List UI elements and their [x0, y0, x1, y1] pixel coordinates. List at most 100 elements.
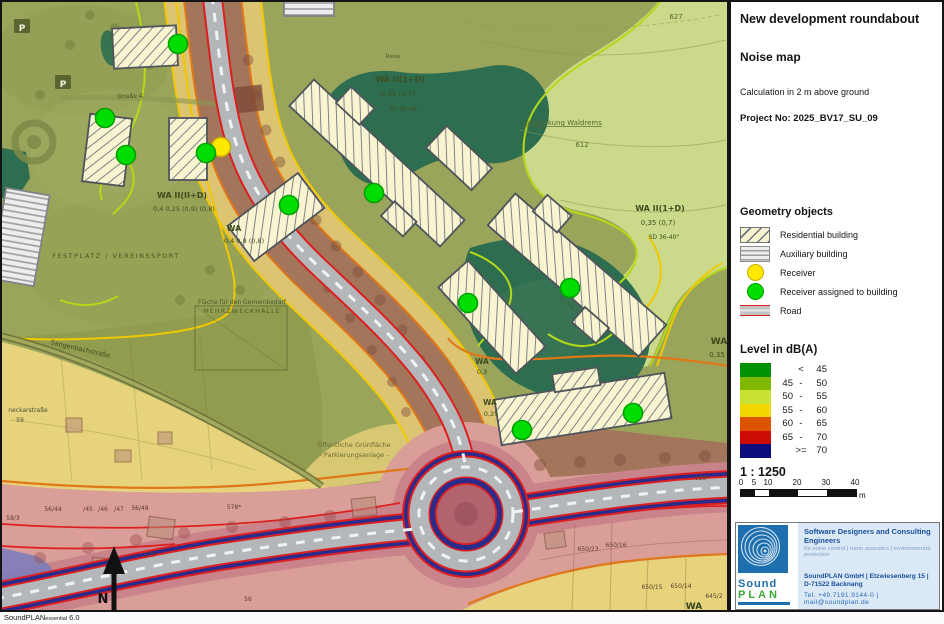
map-label: Reise [386, 54, 402, 60]
db-color-swatch [740, 377, 771, 391]
map-label: FESTPLATZ / VEREINSSPORT [52, 252, 180, 260]
receiver-assigned-marker[interactable] [459, 294, 478, 313]
receiver-assigned-marker[interactable] [513, 421, 532, 440]
db-level-row: 60-65 [740, 417, 936, 431]
map-label: WA II(1+D) [635, 204, 685, 213]
map-label: Straße 4 [117, 93, 143, 101]
level-legend-heading: Level in dB(A) [740, 344, 936, 356]
legend-item-receiver: Receiver [740, 263, 936, 282]
geometry-objects-heading: Geometry objects [740, 206, 936, 218]
scale-ratio: 1 : 1250 [740, 465, 936, 479]
app-name: SoundPLAN [4, 613, 45, 622]
map-label: 618* [695, 475, 709, 482]
app-edition: essential [45, 616, 67, 622]
legend-panel: New development roundabout Noise map Cal… [729, 0, 944, 612]
db-color-swatch [740, 363, 771, 377]
map-label: SD 36-40° [389, 106, 420, 113]
legend-item-residential: Residential building [740, 225, 936, 244]
company-fields: for noise control | room acoustics | env… [804, 546, 935, 558]
map-label: 650/16 [605, 542, 626, 549]
map-label: 0,3 [477, 368, 487, 376]
map-label: WA [686, 602, 703, 610]
map-label: N [98, 592, 109, 607]
residential-building [112, 25, 178, 68]
receiver-swatch [747, 264, 764, 281]
receiver-assigned-marker[interactable] [96, 109, 115, 128]
map-label: 0,35 [709, 351, 725, 359]
company-info: Software Designers and Consulting Engine… [798, 523, 939, 609]
map-label: 650/15 [641, 584, 662, 591]
map-label: 577 [144, 552, 156, 559]
map-label: SD 36-40° [649, 234, 680, 241]
db-level-row: >=70 [740, 444, 936, 458]
db-level-row: 55-60 [740, 404, 936, 418]
scale-tick: 10 [764, 478, 773, 487]
db-color-swatch [740, 390, 771, 404]
db-level-row: 45-50 [740, 377, 936, 391]
legend-item-auxiliary: Auxiliary building [740, 244, 936, 263]
receiver-assigned-marker[interactable] [169, 35, 188, 54]
db-level-row: <45 [740, 363, 936, 377]
map-label: 0,4 0,8 (0,8) [224, 237, 264, 245]
receiver-assigned-marker[interactable] [117, 146, 136, 165]
map-label: 578* [227, 504, 241, 511]
legend-label: Receiver assigned to building [780, 287, 898, 297]
map-label: WA [711, 337, 727, 347]
scale-tick: 0 [739, 478, 743, 487]
app-version: 6.0 [69, 613, 79, 622]
brand-underline [738, 602, 790, 605]
receiver-assigned-marker[interactable] [365, 184, 384, 203]
soundplan-logo: Sound PLAN [736, 523, 798, 609]
receiver-assigned-marker[interactable] [561, 279, 580, 298]
map-label: 650/23 [577, 546, 598, 553]
legend-item-receiver-assigned: Receiver assigned to building [740, 282, 936, 301]
db-color-swatch [740, 431, 771, 445]
legend-label: Receiver [780, 268, 816, 278]
map-label: P [60, 80, 67, 90]
map-label: 0,4 0,25 (0,9) (0,8) [153, 205, 215, 213]
residential-swatch [740, 227, 770, 243]
receiver-assigned-marker[interactable] [197, 144, 216, 163]
map-label: 0,25 [484, 410, 498, 418]
db-level-row: 50-55 [740, 390, 936, 404]
road-swatch [740, 305, 770, 316]
auxiliary-swatch [740, 246, 770, 262]
page-title: New development roundabout [740, 12, 936, 26]
level-legend: <4545-5050-5555-6060-6565-70>=70 [740, 363, 936, 458]
scale-tick: 40 [851, 478, 860, 487]
map-label: neckarstraße [8, 407, 48, 414]
map-label: 56 [244, 596, 252, 603]
receiver-assigned-marker[interactable] [624, 404, 643, 423]
map-label: 612 [575, 141, 588, 149]
scale-tick: 30 [822, 478, 831, 487]
scale-unit: m [859, 491, 866, 500]
receiver-assigned-marker[interactable] [280, 196, 299, 215]
map-label: Gemarkung Waldrems [524, 119, 602, 127]
geometry-legend: Residential building Auxiliary building … [740, 225, 936, 320]
map-label: WA [227, 224, 242, 233]
db-color-swatch [740, 444, 771, 458]
map-label: 0,35 (0,7) [641, 219, 676, 227]
map-label: /47 [114, 506, 124, 513]
company-address: SoundPLAN GmbH | Etzwiesenberg 15 | D-71… [804, 573, 935, 589]
company-tagline: Software Designers and Consulting Engine… [804, 528, 935, 545]
scale-tick: 20 [793, 478, 802, 487]
map-label: 56/44 [44, 506, 61, 513]
noise-map-canvas[interactable]: PPStraße 4WA II(II+D)0,4 0,25 (0,9) (0,8… [2, 2, 727, 610]
map-frame: PPStraße 4WA II(II+D)0,4 0,25 (0,9) (0,8… [0, 0, 729, 612]
map-label: 650/14 [670, 583, 691, 590]
db-color-swatch [740, 417, 771, 431]
map-label: WA [475, 357, 489, 366]
soundplan-window: PPStraße 4WA II(II+D)0,4 0,25 (0,9) (0,8… [0, 0, 944, 624]
map-label: 627 [669, 13, 682, 21]
map-label: /45 [83, 506, 93, 513]
company-logo-box: Sound PLAN Software Designers and Consul… [735, 522, 940, 610]
map-label: 56/48 [131, 505, 148, 512]
status-bar: SoundPLANessential 6.0 [0, 612, 944, 624]
project-number: Project No: 2025_BV17_SU_09 [740, 113, 936, 124]
map-label: /46 [98, 506, 108, 513]
soundplan-spiral-icon [738, 525, 788, 573]
scale-bar: 0 5 10 20 30 40 m [740, 478, 936, 502]
receiver-assigned-swatch [747, 283, 764, 300]
auxiliary-building [284, 2, 334, 16]
